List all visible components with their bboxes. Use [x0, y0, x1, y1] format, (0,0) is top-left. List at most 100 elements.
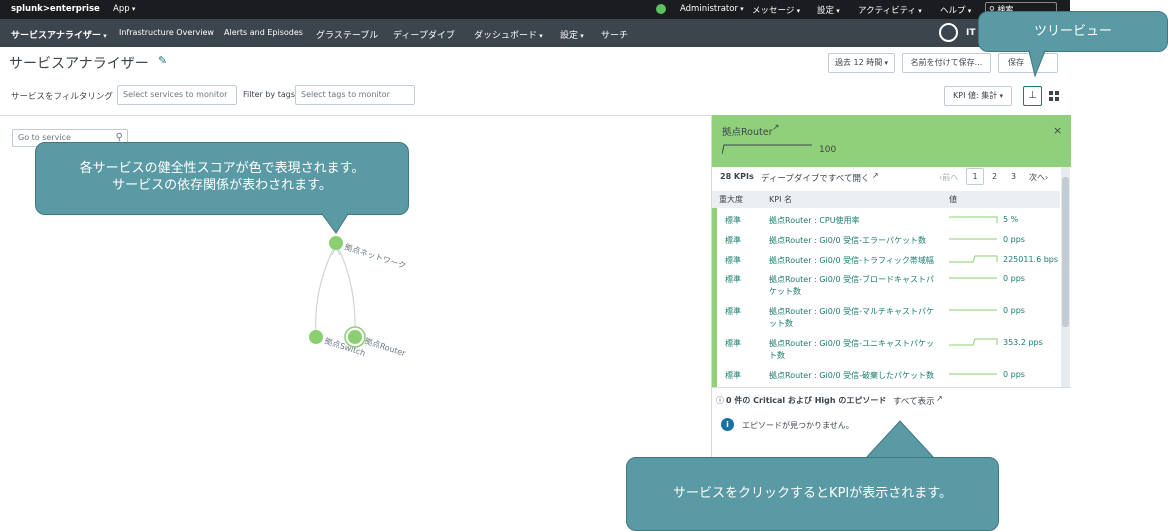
table-header	[712, 191, 1060, 208]
health-score: 100	[819, 145, 837, 155]
page-1[interactable]: 1	[966, 168, 984, 185]
node-router-selected[interactable]	[346, 328, 364, 346]
kpi-name-link[interactable]: 拠点Router : Gi0/0 受信-マルチキャストパケット数	[769, 306, 939, 330]
tags-filter-input[interactable]: Select tags to monitor	[295, 85, 415, 105]
kpi-count: 28 KPIs	[720, 172, 754, 181]
scrollbar[interactable]	[1061, 167, 1070, 387]
kpi-sparkline	[949, 277, 997, 279]
severity-stripe	[712, 208, 717, 387]
col-value[interactable]: 値	[949, 194, 957, 205]
col-kpi-name[interactable]: KPI 名	[769, 194, 792, 205]
nav-dashboards[interactable]: ダッシュボード	[474, 28, 543, 41]
activity-menu[interactable]: アクティビティ	[858, 4, 922, 16]
kpi-value: 225011.6 bps	[1003, 255, 1059, 264]
kpi-name-link[interactable]: 拠点Router : Gi0/0 受信-トラフィック帯域幅	[769, 255, 939, 267]
callout-health: 各サービスの健全性スコアが色で表現されます。 サービスの依存関係が表わされます。	[35, 142, 409, 215]
kpi-name-link[interactable]: 拠点Router : Gi0/0 受信-破棄したパケット数	[769, 370, 939, 382]
panel-header: 拠点Router ↗ × 100	[712, 115, 1071, 167]
external-link-icon[interactable]: ↗	[936, 394, 943, 403]
nav-glass-table[interactable]: グラステーブル	[316, 28, 378, 41]
kpi-value-dropdown[interactable]: KPI 値: 集計	[944, 86, 1012, 106]
kpi-name-link[interactable]: 拠点Router : CPU使用率	[769, 215, 939, 227]
health-sparkline	[722, 144, 812, 155]
help-menu[interactable]: ヘルプ	[940, 4, 971, 16]
node-label: 拠点ネットワーク	[343, 241, 407, 270]
kpi-name-link[interactable]: 拠点Router : Gi0/0 受信-エラーパケット数	[769, 235, 939, 247]
kpi-sparkline	[949, 309, 997, 311]
nav-search[interactable]: サーチ	[601, 28, 628, 41]
top-bar: splunk>enterprise App Administrator メッセー…	[0, 0, 1070, 19]
deep-dive-link[interactable]: ディープダイブですべて開く	[761, 172, 869, 184]
itsi-logo-icon	[939, 23, 958, 42]
tags-label: Filter by tags	[243, 90, 295, 99]
settings-menu[interactable]: 設定	[817, 4, 840, 16]
episodes-empty: エピソードが見つかりません。	[742, 421, 854, 430]
kpi-value: 0 pps	[1003, 306, 1025, 315]
tree-edge	[315, 242, 337, 338]
node-label: 拠点Router	[363, 335, 407, 358]
episodes-title: 0 件の Critical および High のエピソード	[726, 396, 887, 405]
callout-tree-view: ツリービュー	[978, 11, 1168, 52]
health-status-icon	[656, 4, 666, 14]
kpi-severity: 標準	[725, 307, 741, 316]
callout-tail	[321, 213, 349, 234]
close-icon[interactable]: ×	[1053, 124, 1062, 137]
kpi-sparkline	[949, 255, 998, 263]
nav-service-analyzer[interactable]: サービスアナライザー	[11, 28, 107, 41]
col-severity[interactable]: 重大度	[719, 194, 743, 205]
callout-click: サービスをクリックするとKPIが表示されます。	[626, 457, 999, 531]
kpi-sparkline	[949, 373, 997, 375]
divider	[712, 387, 1071, 388]
kpi-severity: 標準	[725, 216, 741, 225]
messages-menu[interactable]: メッセージ	[752, 4, 800, 16]
edit-title-icon[interactable]: ✎	[158, 54, 167, 67]
kpi-name-link[interactable]: 拠点Router : Gi0/0 受信-ブロードキャストパケット数	[769, 274, 939, 298]
scrollbar-thumb[interactable]	[1062, 177, 1069, 327]
app-bar: サービスアナライザー Infrastructure Overview Alert…	[0, 19, 1070, 47]
nav-infrastructure-overview[interactable]: Infrastructure Overview	[119, 28, 214, 37]
info-icon: i	[721, 418, 734, 431]
prev-page[interactable]: ‹前へ	[939, 172, 958, 183]
tile-view-icon[interactable]	[1049, 91, 1059, 101]
kpi-value: 353.2 pps	[1003, 338, 1043, 347]
callout-tail	[863, 420, 937, 460]
external-link-icon[interactable]: ↗	[872, 171, 879, 180]
page-2[interactable]: 2	[992, 172, 997, 181]
kpi-name-link[interactable]: 拠点Router : Gi0/0 受信-ユニキャストパケット数	[769, 338, 939, 362]
kpi-severity: 標準	[725, 275, 741, 284]
tree-view-icon[interactable]: ⊥	[1023, 86, 1042, 106]
external-link-icon[interactable]: ↗	[772, 123, 780, 133]
kpi-sparkline	[949, 338, 998, 346]
user-menu[interactable]: Administrator	[680, 4, 744, 14]
nav-config[interactable]: 設定	[560, 28, 584, 41]
save-as-button[interactable]: 名前を付けて保存...	[902, 53, 991, 73]
callout-tail	[1028, 50, 1046, 78]
filter-label: サービスをフィルタリング	[11, 92, 113, 102]
kpi-severity: 標準	[725, 236, 741, 245]
nav-deep-dive[interactable]: ディープダイブ	[393, 28, 455, 41]
info-outline-icon: ⓘ	[716, 396, 724, 405]
panel-service-name[interactable]: 拠点Router	[722, 124, 772, 138]
node-network[interactable]	[329, 236, 343, 250]
go-to-service-placeholder: Go to service	[18, 133, 71, 142]
service-tree: 拠点ネットワーク 拠点Switch 拠点Router	[309, 236, 408, 358]
kpi-severity: 標準	[725, 256, 741, 265]
kpi-sparkline	[949, 216, 998, 223]
kpi-severity: 標準	[725, 371, 741, 380]
kpi-severity: 標準	[725, 339, 741, 348]
page-title: サービスアナライザー	[9, 56, 149, 72]
app-menu[interactable]: App	[113, 4, 135, 14]
services-filter-input[interactable]: Select services to monitor	[117, 85, 237, 105]
splunk-logo[interactable]: splunk>enterprise	[11, 4, 100, 14]
kpi-value: 0 pps	[1003, 235, 1025, 244]
kpi-value: 0 pps	[1003, 370, 1025, 379]
kpi-value: 0 pps	[1003, 274, 1025, 283]
tree-edge	[335, 242, 356, 338]
show-all-link[interactable]: すべて表示	[893, 395, 935, 407]
page-3[interactable]: 3	[1011, 172, 1016, 181]
nav-alerts-episodes[interactable]: Alerts and Episodes	[224, 28, 303, 37]
kpi-value: 5 %	[1003, 215, 1019, 224]
next-page[interactable]: 次へ›	[1029, 172, 1048, 183]
time-range-picker[interactable]: 過去 12 時間	[828, 53, 895, 73]
node-switch[interactable]	[309, 330, 323, 344]
